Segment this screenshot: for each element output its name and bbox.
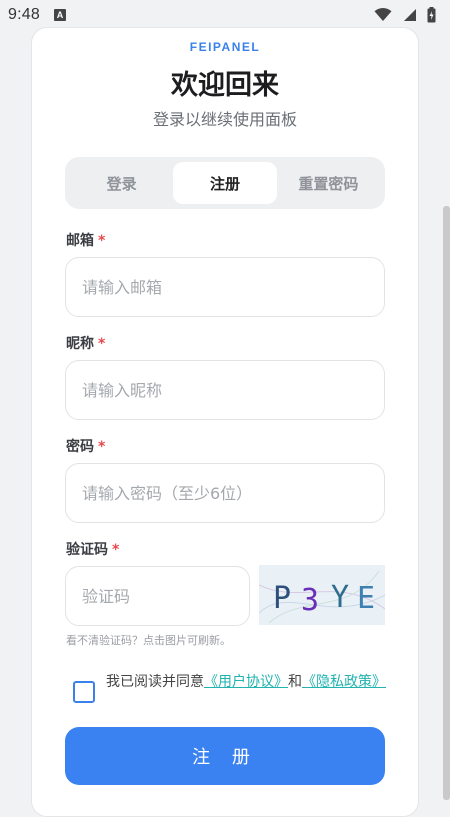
page-subtitle: 登录以继续使用面板 [152, 110, 297, 129]
auth-tabs: 登录 注册 重置密码 [65, 157, 385, 209]
password-input[interactable] [65, 463, 385, 523]
agreement-text: 我已阅读并同意《用户协议》和《隐私政策》 [106, 671, 386, 693]
captcha-graphic: P 3 Y E [259, 570, 385, 624]
required-mark: * [98, 336, 106, 352]
notification-icon: A [53, 9, 66, 21]
captcha-label: 验证码 * [66, 539, 119, 559]
required-mark: * [98, 439, 106, 455]
scrollbar[interactable] [443, 206, 450, 800]
wifi-icon [374, 8, 392, 21]
register-button[interactable]: 注 册 [65, 727, 385, 785]
nickname-label: 昵称 * [66, 333, 105, 353]
captcha-input[interactable] [65, 566, 250, 626]
page-title: 欢迎回来 [171, 70, 279, 101]
password-label: 密码 * [66, 436, 105, 456]
captcha-char: E [357, 581, 375, 616]
captcha-char: P [273, 581, 291, 616]
agreement-conjunction: 和 [288, 674, 302, 690]
tab-login[interactable]: 登录 [70, 162, 173, 204]
nickname-input[interactable] [65, 360, 385, 420]
status-time: 9:48 [8, 6, 40, 23]
email-label: 邮箱 * [66, 230, 105, 250]
agreement-prefix: 我已阅读并同意 [106, 674, 204, 690]
tab-register[interactable]: 注册 [173, 162, 277, 204]
captcha-hint: 看不清验证码？点击图片可刷新。 [66, 634, 231, 647]
email-label-text: 邮箱 [66, 233, 94, 249]
status-icons [374, 7, 436, 23]
email-input[interactable] [65, 257, 385, 317]
agreement-checkbox[interactable] [73, 681, 95, 703]
privacy-policy-link[interactable]: 《隐私政策》 [302, 674, 386, 690]
signal-icon [404, 9, 416, 21]
tab-reset-password[interactable]: 重置密码 [277, 162, 380, 204]
captcha-char: Y [331, 580, 349, 615]
required-mark: * [112, 542, 120, 558]
password-label-text: 密码 [66, 439, 94, 455]
nickname-label-text: 昵称 [66, 336, 94, 352]
brand-name: FEIPANEL [189, 40, 261, 54]
user-agreement-link[interactable]: 《用户协议》 [204, 674, 288, 690]
required-mark: * [98, 233, 106, 249]
captcha-image[interactable]: P 3 Y E [259, 565, 385, 625]
status-bar: 9:48 A [0, 0, 450, 30]
captcha-char: 3 [301, 583, 319, 618]
captcha-label-text: 验证码 [66, 542, 108, 558]
battery-charging-icon [427, 7, 436, 23]
